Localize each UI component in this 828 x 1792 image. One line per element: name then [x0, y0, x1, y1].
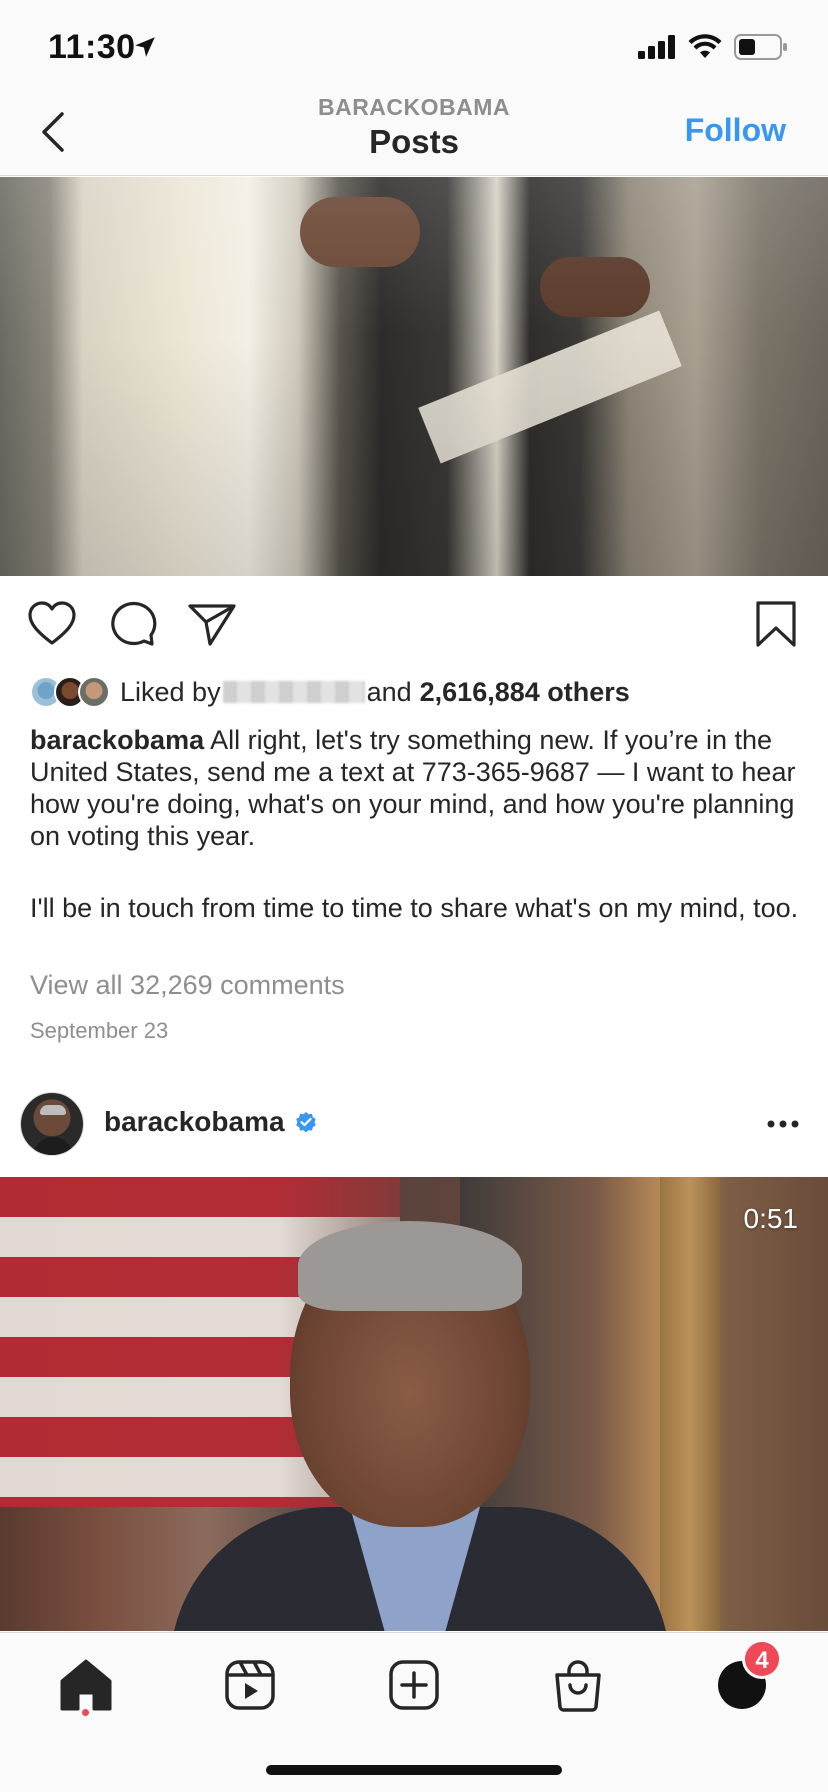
- caption-username[interactable]: barackobama: [30, 725, 204, 755]
- active-tab-indicator: [82, 1709, 89, 1716]
- reels-icon[interactable]: [220, 1655, 280, 1715]
- heart-icon[interactable]: [26, 598, 78, 650]
- verified-badge-icon: [296, 1112, 316, 1133]
- more-options-icon[interactable]: [766, 1118, 800, 1130]
- image-detail: [660, 1177, 720, 1631]
- avatar[interactable]: [20, 1092, 84, 1156]
- bottom-tab-bar: 4: [0, 1632, 828, 1792]
- avatar: [78, 676, 110, 708]
- avatar-detail: [40, 1105, 66, 1115]
- post-header: barackobama: [0, 1090, 828, 1176]
- likes-count[interactable]: 2,616,884 others: [420, 677, 630, 708]
- status-indicators: [638, 34, 788, 60]
- follow-button[interactable]: Follow: [685, 112, 786, 149]
- notification-badge: 4: [742, 1639, 782, 1679]
- share-icon[interactable]: [186, 598, 238, 650]
- bookmark-icon[interactable]: [750, 598, 802, 650]
- image-detail: [298, 1221, 522, 1311]
- post-date: September 23: [30, 1018, 169, 1043]
- post-video[interactable]: 0:51: [0, 1177, 828, 1631]
- liker-avatars: [30, 676, 110, 708]
- video-duration: 0:51: [743, 1203, 799, 1234]
- liked-by-and: and: [366, 676, 412, 707]
- image-overlay: [0, 177, 828, 576]
- post-username[interactable]: barackobama: [104, 1106, 285, 1138]
- home-indicator[interactable]: [266, 1765, 562, 1775]
- wifi-icon: [688, 34, 722, 58]
- post-caption: barackobama All right, let's try somethi…: [30, 724, 800, 924]
- redacted-username: [222, 681, 365, 703]
- view-all-comments-link[interactable]: View all 32,269 comments: [30, 970, 345, 1001]
- battery-icon: [734, 34, 787, 60]
- nav-header: BARACKOBAMA Posts Follow: [0, 90, 828, 176]
- comment-icon[interactable]: [106, 598, 158, 650]
- status-time: 11:30: [48, 28, 136, 66]
- avatar-detail: [33, 1137, 73, 1155]
- status-bar: 11:30: [0, 0, 828, 90]
- cellular-signal-icon: [638, 35, 675, 59]
- liked-by-label: Liked by: [120, 676, 221, 707]
- likes-summary[interactable]: Liked by and 2,616,884 others: [30, 672, 630, 712]
- home-icon[interactable]: [56, 1655, 116, 1715]
- shop-icon[interactable]: [548, 1655, 608, 1715]
- post-image[interactable]: [0, 177, 828, 576]
- caption-text-second-paragraph: I'll be in touch from time to time to sh…: [30, 893, 799, 923]
- location-arrow-icon: [135, 37, 155, 57]
- post-action-bar: [0, 590, 828, 660]
- new-post-icon[interactable]: [384, 1655, 444, 1715]
